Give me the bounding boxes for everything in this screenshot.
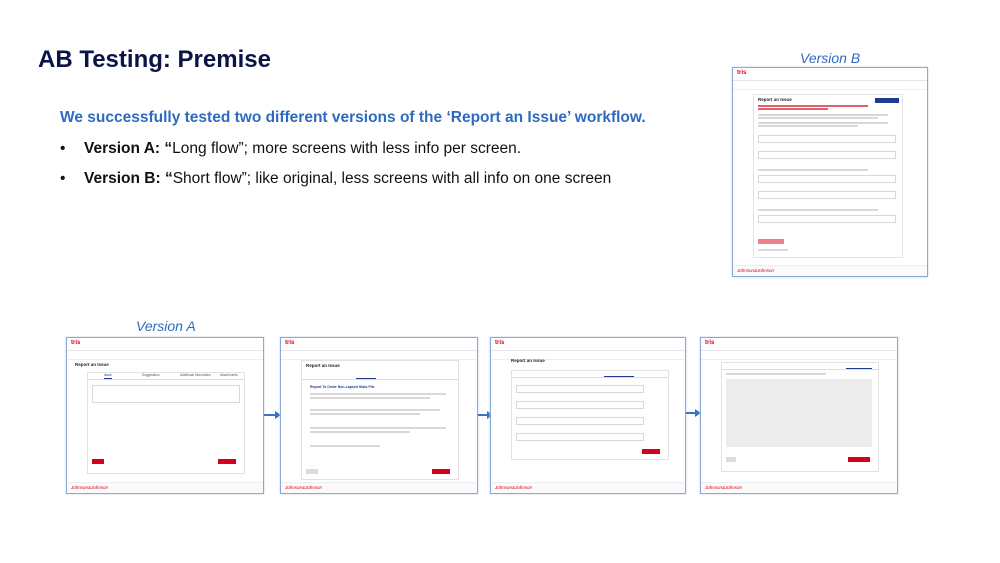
bullet-b-text: Short flow”; like original, less screens… [172, 170, 612, 187]
mini-logo: tris [71, 340, 81, 346]
mini-heading: Report an Issue [306, 363, 340, 368]
mini-tab-additional: Additional Information [180, 373, 211, 377]
version-b-label: Version B [800, 50, 861, 66]
bullet-version-a: • Version A: “Long flow”; more screens wi… [60, 140, 521, 158]
slide-title: AB Testing: Premise [38, 46, 271, 73]
mini-heading: Report an Issue [75, 362, 109, 367]
jnj-logo: Johnson&Johnson [705, 485, 743, 490]
bullet-version-b: • Version B: “Short flow”; like original,… [60, 170, 611, 188]
mini-heading: Report an Issue [511, 358, 545, 363]
bullet-a-bold: Version A: “ [84, 140, 173, 157]
jnj-logo: Johnson&Johnson [71, 485, 109, 490]
jnj-logo: Johnson&Johnson [285, 485, 323, 490]
mini-navbar [733, 81, 927, 90]
bullet-a-text: Long flow”; more screens with less info … [172, 140, 522, 157]
mini-tab-issue: Issue [104, 373, 112, 379]
bullet-b-bold: Version B: “ [84, 170, 173, 187]
mini-logo: tris [495, 340, 505, 346]
bullet-glyph: • [60, 170, 66, 187]
mini-logo: tris [705, 340, 715, 346]
flow-arrow [478, 411, 493, 419]
mini-tab-suggestions: Suggestions [142, 373, 160, 377]
mini-logo: tris [285, 340, 295, 346]
flow-arrow [686, 409, 701, 417]
bullet-glyph: • [60, 140, 66, 157]
mini-heading: Report an Issue [758, 97, 792, 102]
attachment-dropzone [726, 379, 872, 447]
version-b-screenshot: tris Report an Issue Johnson&Johnson [732, 67, 928, 277]
version-a-label: Version A [136, 318, 196, 334]
version-a-screen-3: tris Report an Issue Johnson&Johnson [490, 337, 686, 494]
lead-text: We successfully tested two different ver… [60, 109, 646, 126]
mini-form: Report an Issue [753, 94, 903, 258]
jnj-logo: Johnson&Johnson [495, 485, 533, 490]
mini-form [511, 370, 669, 460]
mini-tab-attachments: Attachments [220, 373, 238, 377]
jnj-logo: Johnson&Johnson [737, 268, 775, 273]
mini-logo: tris [737, 70, 747, 76]
mini-form [721, 362, 879, 472]
mini-report-title: Report To Order Non-Lapsed Stats File [310, 385, 375, 389]
mini-footer: Johnson&Johnson [733, 265, 927, 276]
version-a-screen-1: tris Report an Issue Issue Suggestions A… [66, 337, 264, 494]
version-a-screen-2: tris Report an Issue Report To Order Non… [280, 337, 478, 494]
mini-topbar: tris [733, 68, 927, 81]
mini-form: Issue Suggestions Additional Information… [87, 372, 245, 474]
mini-form: Report an Issue Report To Order Non-Laps… [301, 360, 459, 480]
version-a-screen-4: tris Johnson&Johnson [700, 337, 898, 494]
flow-arrow [264, 411, 281, 419]
